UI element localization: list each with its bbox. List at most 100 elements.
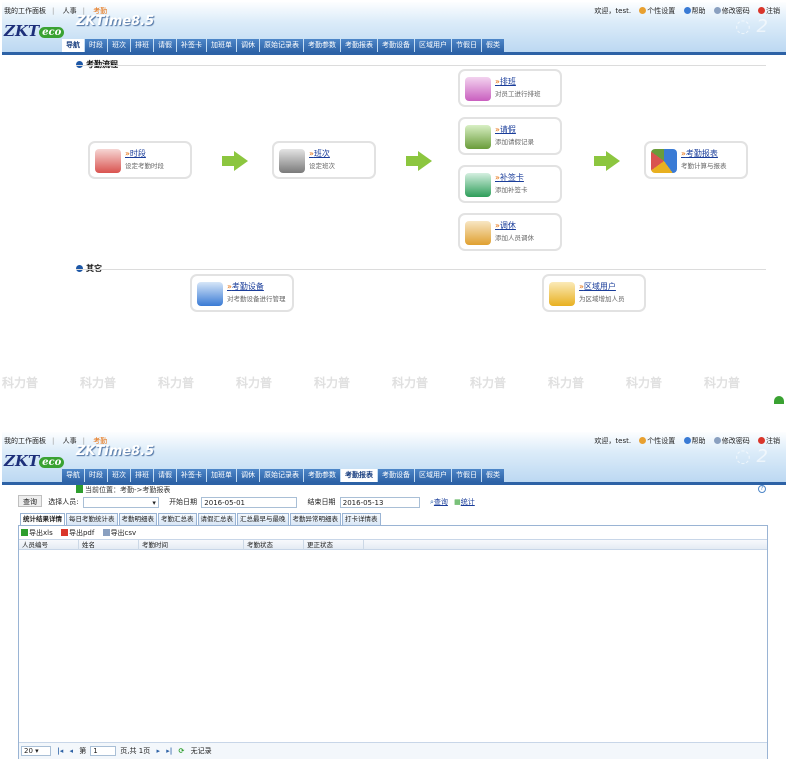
change-password-link[interactable]: 修改密码 [713, 437, 750, 445]
link-hr[interactable]: 人事 [63, 437, 77, 445]
personal-settings-link[interactable]: 个性设置 [639, 7, 675, 15]
pdf-icon [60, 529, 68, 536]
card-title[interactable]: 考勤设备 [227, 281, 264, 292]
card-title[interactable]: 请假 [495, 124, 516, 135]
tab-reports[interactable]: 考勤报表 [341, 469, 377, 482]
page-size-select[interactable]: 20 ▾ [21, 746, 51, 756]
tab-shift[interactable]: 班次 [108, 39, 130, 52]
subtab-exceptions[interactable]: 考勤异常明细表 [289, 513, 341, 525]
column-corrected-status[interactable]: 更正状态 [304, 540, 364, 550]
tab-params[interactable]: 考勤参数 [304, 469, 340, 482]
card-area-users[interactable]: 区域用户为区域增加人员 [542, 274, 646, 312]
card-title[interactable]: 时段 [125, 148, 146, 159]
card-title[interactable]: 调休 [495, 220, 516, 231]
tab-adjust[interactable]: 调休 [237, 469, 259, 482]
subtab-result-detail[interactable]: 统计结果详情 [20, 513, 65, 525]
tab-params[interactable]: 考勤参数 [304, 39, 340, 52]
tab-area-users[interactable]: 区域用户 [415, 469, 451, 482]
card-card-fix[interactable]: 补签卡添加补签卡 [458, 165, 562, 203]
card-leave[interactable]: 请假添加请假记录 [458, 117, 562, 155]
personal-settings-link[interactable]: 个性设置 [639, 437, 675, 445]
person-select[interactable]: ▾ [82, 496, 159, 508]
tab-card-fix[interactable]: 补签卡 [177, 469, 206, 482]
pager-status: 无记录 [190, 747, 212, 755]
start-date-input[interactable]: 2016-05-01 [201, 496, 298, 508]
export-xls-button[interactable]: 导出xls [21, 529, 53, 537]
next-page-icon[interactable]: ▸ [156, 747, 160, 755]
tab-reports[interactable]: 考勤报表 [341, 39, 377, 52]
card-title[interactable]: 区域用户 [579, 281, 616, 292]
tab-nav[interactable]: 导航 [62, 469, 84, 482]
attendance-report-panel: 我的工作面板 | 人事 | 考勤 欢迎，test. 个性设置 帮助 修改密码 注销 … [2, 432, 786, 767]
last-page-icon[interactable]: ▸| [166, 747, 172, 755]
tab-schedule[interactable]: 排班 [131, 469, 153, 482]
export-pdf-button[interactable]: 导出pdf [60, 529, 94, 537]
column-name[interactable]: 姓名 [79, 540, 139, 550]
tab-devices[interactable]: 考勤设备 [378, 469, 414, 482]
logout-link[interactable]: 注销 [758, 7, 780, 15]
tab-schedule[interactable]: 排班 [131, 39, 153, 52]
card-desc: 添加人员调休 [495, 234, 534, 242]
card-title[interactable]: 排班 [495, 76, 516, 87]
subtab-summary[interactable]: 考勤汇总表 [158, 513, 197, 525]
tab-raw-records[interactable]: 原始记录表 [260, 39, 303, 52]
subtab-punch-detail[interactable]: 打卡详情表 [342, 513, 381, 525]
tab-holidays[interactable]: 节假日 [452, 39, 481, 52]
tab-adjust[interactable]: 调休 [237, 39, 259, 52]
welcome-text: 欢迎，test. [594, 437, 632, 445]
tab-devices[interactable]: 考勤设备 [378, 39, 414, 52]
statistics-link[interactable]: 统计 [461, 498, 475, 506]
refresh-icon[interactable]: ⟳ [179, 747, 185, 755]
subtab-earliest-latest[interactable]: 汇总最早与最晚 [237, 513, 289, 525]
column-status[interactable]: 考勤状态 [244, 540, 304, 550]
page-input[interactable]: 1 [90, 746, 117, 756]
column-time[interactable]: 考勤时间 [139, 540, 244, 550]
column-employee-id[interactable]: 人员编号 [19, 540, 79, 550]
tab-area-users[interactable]: 区域用户 [415, 39, 451, 52]
card-shift[interactable]: 班次设定班次 [272, 141, 376, 179]
link-my-workspace[interactable]: 我的工作面板 [4, 7, 46, 15]
tab-overtime[interactable]: 加班单 [207, 39, 236, 52]
help-circle-icon[interactable]: ? [758, 485, 766, 493]
tab-leave[interactable]: 请假 [154, 39, 176, 52]
help-link[interactable]: 帮助 [683, 7, 706, 15]
card-schedule[interactable]: 排班对员工进行排班 [458, 69, 562, 107]
help-link[interactable]: 帮助 [683, 437, 706, 445]
query-button[interactable]: 查询 [18, 495, 42, 507]
subtab-leave-summary[interactable]: 请假汇总表 [197, 513, 236, 525]
tab-leave[interactable]: 请假 [154, 469, 176, 482]
first-page-icon[interactable]: |◂ [57, 747, 63, 755]
subtab-detail[interactable]: 考勤明细表 [118, 513, 157, 525]
card-title[interactable]: 补签卡 [495, 172, 524, 183]
card-devices[interactable]: 考勤设备对考勤设备进行管理 [190, 274, 294, 312]
query-link[interactable]: 查询 [434, 498, 448, 506]
card-title[interactable]: 班次 [309, 148, 330, 159]
end-date-input[interactable]: 2016-05-13 [339, 496, 420, 508]
card-title[interactable]: 考勤报表 [681, 148, 718, 159]
card-adjust[interactable]: 调休添加人员调休 [458, 213, 562, 251]
power-icon [758, 7, 765, 14]
tab-leave-types[interactable]: 假类 [482, 469, 504, 482]
tab-timeslot[interactable]: 时段 [85, 469, 107, 482]
card-timeslot[interactable]: 时段设定考勤时段 [88, 141, 192, 179]
tab-leave-types[interactable]: 假类 [482, 39, 504, 52]
tab-timeslot[interactable]: 时段 [85, 39, 107, 52]
settings-icon [639, 7, 647, 14]
prev-page-icon[interactable]: ◂ [70, 747, 74, 755]
change-password-link[interactable]: 修改密码 [713, 7, 750, 15]
tab-shift[interactable]: 班次 [108, 469, 130, 482]
card-reports[interactable]: 考勤报表考勤计算与报表 [644, 141, 748, 179]
tab-raw-records[interactable]: 原始记录表 [260, 469, 303, 482]
welcome-text: 欢迎，test. [594, 7, 632, 15]
logout-link[interactable]: 注销 [758, 437, 780, 445]
export-csv-button[interactable]: 导出csv [102, 529, 136, 537]
tab-nav[interactable]: 导航 [62, 39, 84, 52]
subtab-daily-stats[interactable]: 每日考勤统计表 [66, 513, 118, 525]
link-hr[interactable]: 人事 [63, 7, 77, 15]
tab-holidays[interactable]: 节假日 [452, 469, 481, 482]
top-banner: 我的工作面板 | 人事 | 考勤 欢迎，test. 个性设置 帮助 修改密码 注销 … [2, 432, 786, 482]
link-my-workspace[interactable]: 我的工作面板 [4, 437, 46, 445]
tab-overtime[interactable]: 加班单 [207, 469, 236, 482]
tab-card-fix[interactable]: 补签卡 [177, 39, 206, 52]
schedule-icon [465, 77, 491, 101]
